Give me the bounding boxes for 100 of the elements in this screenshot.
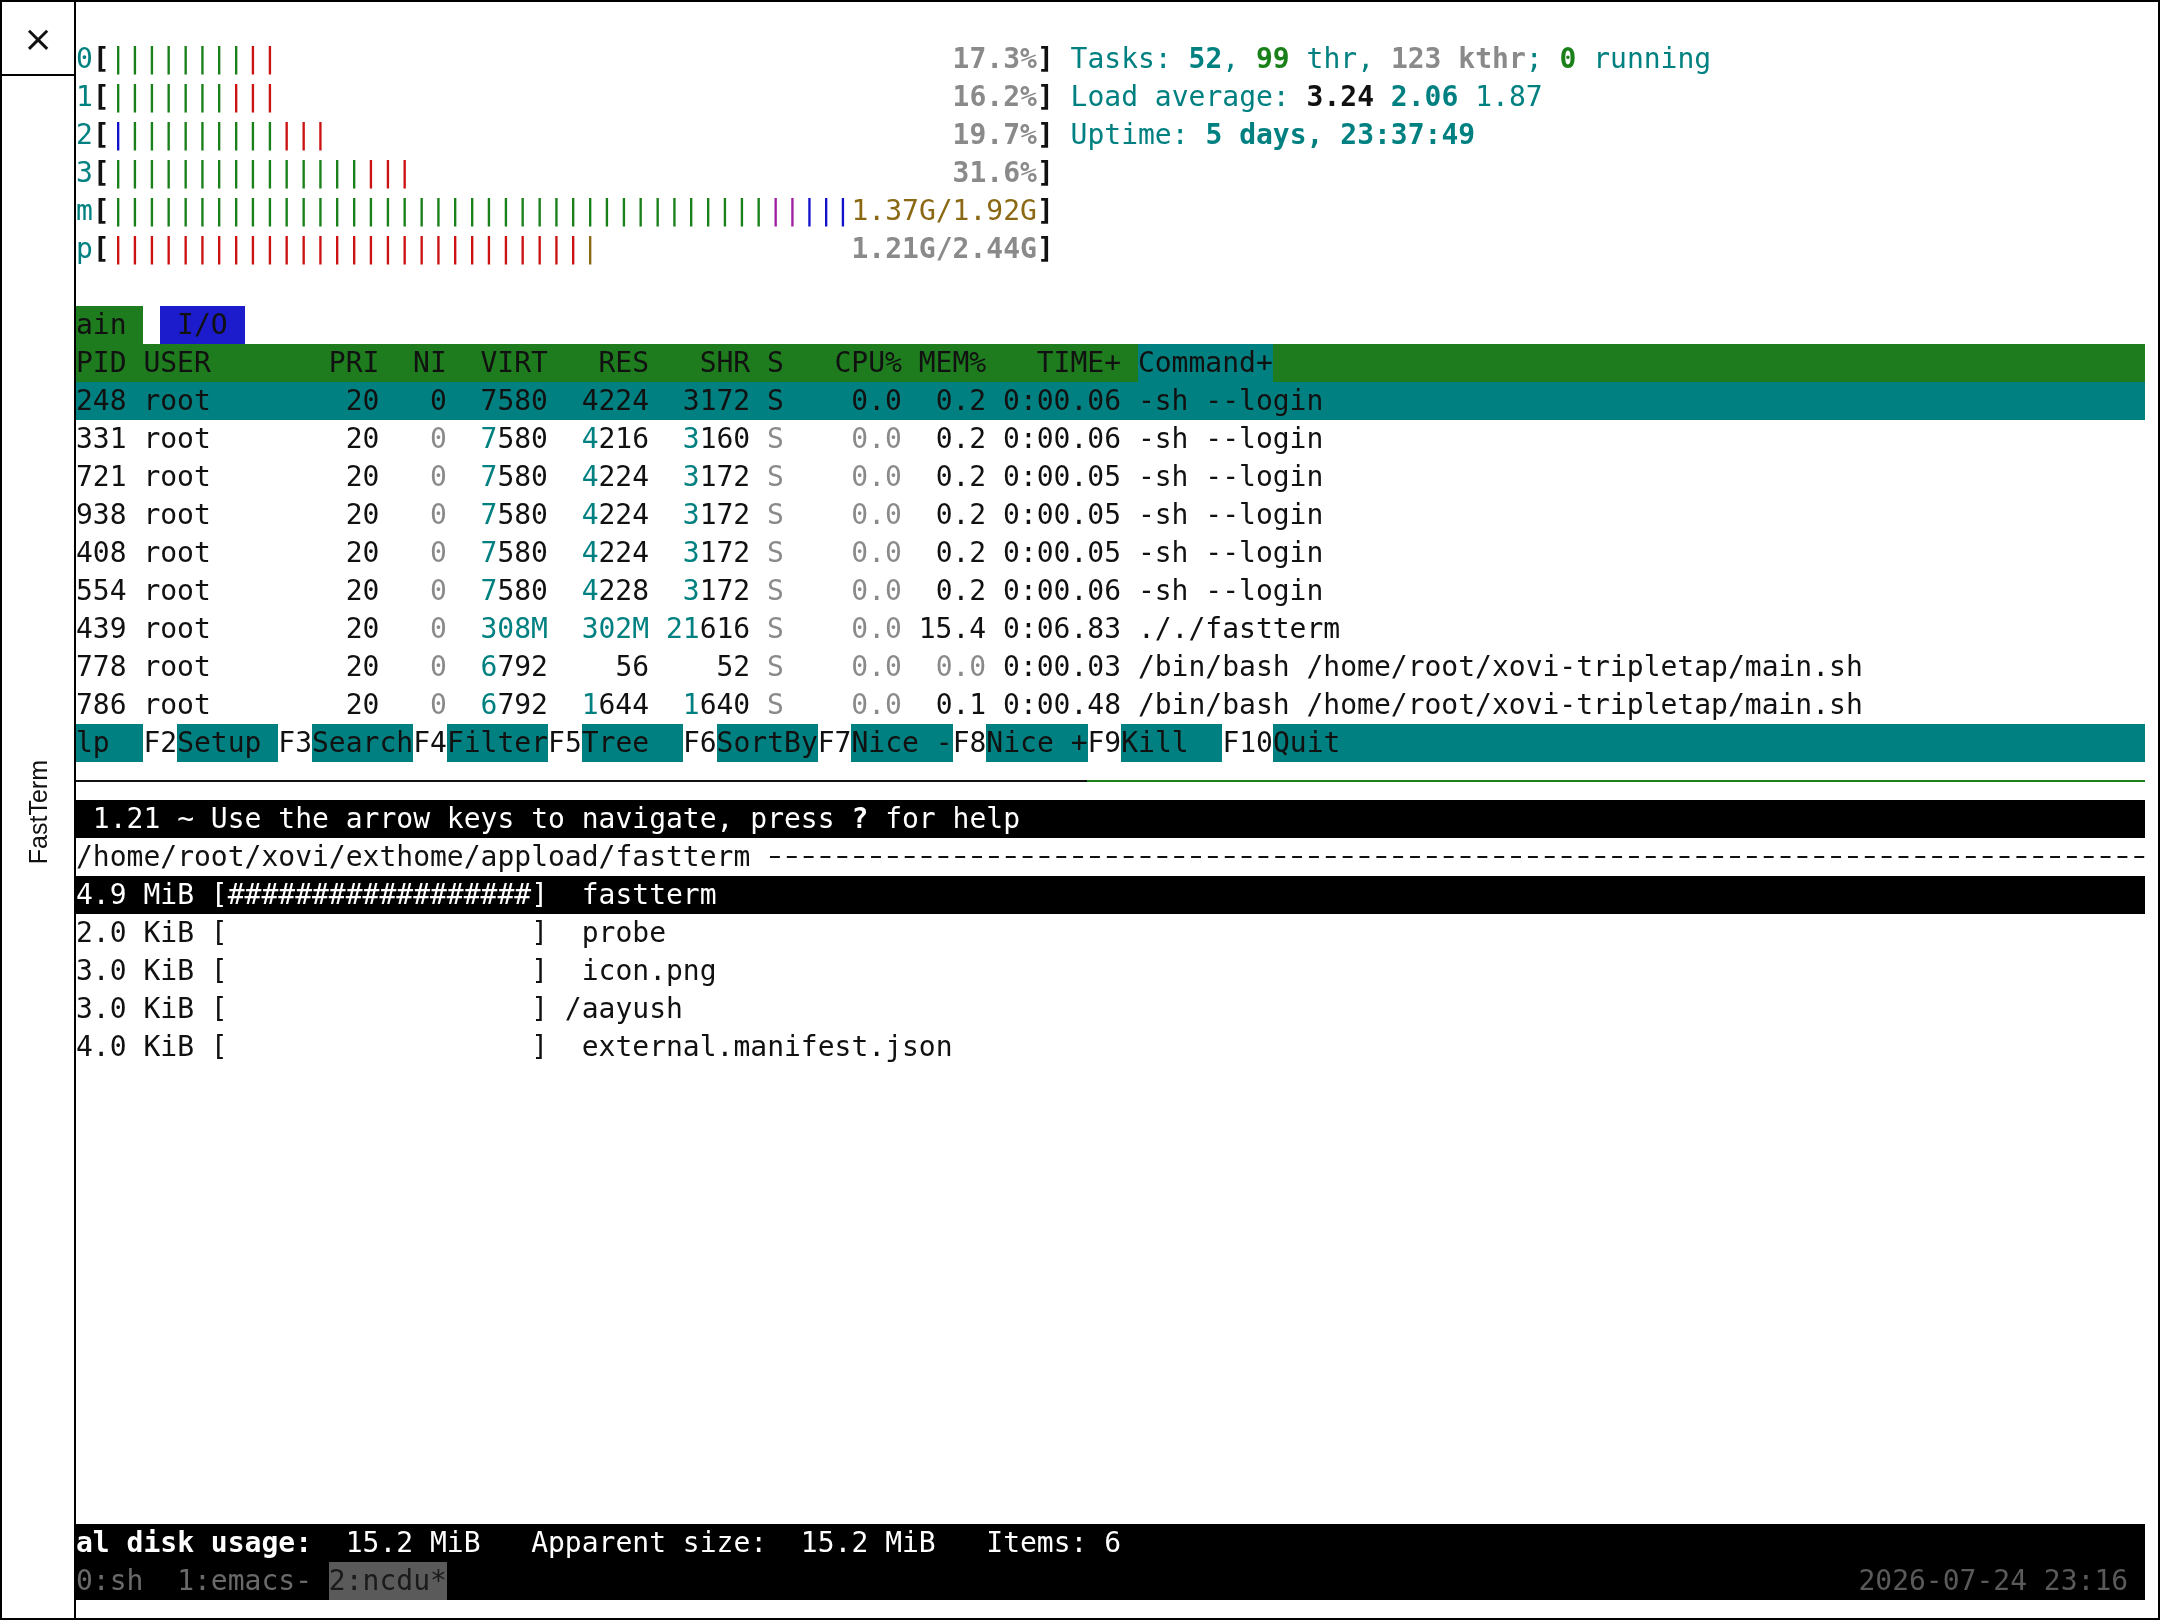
function-key-label: F3 [278, 725, 312, 761]
tmux-window-tab[interactable]: 0:sh [76, 1562, 144, 1600]
process-row[interactable]: 248 root 20 0 7580 4224 3172 S 0.0 0.2 0:00.06 -sh --login [76, 382, 2145, 420]
file-row[interactable]: 3.0 KiB [ ] icon.png [76, 952, 2145, 990]
table-cell-text: 0.2 [934, 421, 987, 457]
process-row[interactable]: 331 root 20 0 7580 4216 3160 S 0.0 0.2 0:00.06 -sh --login [76, 420, 2145, 458]
function-key-button[interactable]: Search [312, 724, 414, 762]
table-cell-text: -sh --login [1137, 497, 1324, 533]
table-cell-text: 0.0 [850, 611, 902, 647]
meter-label: m [76, 193, 93, 229]
table-cell-text: 0 [428, 535, 447, 571]
apparent-size-label: Apparent size: [531, 1525, 768, 1561]
table-cell-text: 3172 [681, 383, 751, 419]
table-cell-text: 0 [428, 383, 447, 419]
function-key-label: F10 [1222, 725, 1273, 761]
meter-value: 19.7% [952, 117, 1037, 153]
function-key-button[interactable]: SortBy [716, 724, 818, 762]
table-cell-text: 4216 [580, 421, 650, 457]
table-cell-text: 21616 [664, 611, 751, 647]
table-cell-text: 4224 [580, 383, 650, 419]
table-cell-text: 0.2 [934, 535, 987, 571]
items-count: Items: 6 [986, 1525, 1122, 1561]
file-name: fastterm [581, 877, 717, 913]
file-name: icon.png [581, 953, 717, 989]
table-cell-text: 721 [76, 459, 127, 495]
meter-label: 1 [76, 79, 93, 115]
process-row[interactable]: 439 root 20 0 308M 302M 21616 S 0.0 15.4 0:06.83 ././fastterm [76, 610, 2145, 648]
function-key-button[interactable]: Nice + [986, 724, 1088, 762]
process-row[interactable]: 554 root 20 0 7580 4228 3172 S 0.0 0.2 0:00.06 -sh --login [76, 572, 2145, 610]
column-header[interactable]: RES [547, 344, 650, 382]
column-header[interactable]: S [767, 344, 784, 382]
table-cell-text: 1644 [580, 687, 650, 723]
table-cell-text: 7580 [479, 459, 548, 495]
meter-value: 1.37G/1.92G [851, 193, 1037, 229]
table-cell-text: 0:00.06 [1002, 421, 1122, 457]
table-cell-text: 0:00.05 [1002, 459, 1122, 495]
meter-bars: || [244, 40, 279, 78]
tmux-window-tab[interactable]: 1:emacs- [177, 1562, 312, 1600]
table-cell-text: 0 [428, 573, 447, 609]
table-cell-text: 0.0 [850, 421, 902, 457]
column-header[interactable]: PID [76, 344, 127, 382]
usage-graph: [ ] [210, 1029, 548, 1065]
column-header[interactable]: TIME+ [986, 344, 1122, 382]
file-row[interactable]: 4.0 KiB [ ] external.manifest.json [76, 1028, 2145, 1066]
file-size: 4.0 KiB [76, 1029, 194, 1065]
table-cell-text: 20 [344, 535, 380, 571]
column-header[interactable]: Command+ [1137, 344, 1273, 382]
table-cell-text: 3160 [681, 421, 751, 457]
table-cell-text: root [143, 649, 212, 685]
table-cell-text: root [143, 383, 212, 419]
function-key-button[interactable]: Quit [1272, 724, 2145, 762]
process-row[interactable]: 721 root 20 0 7580 4224 3172 S 0.0 0.2 0:00.05 -sh --login [76, 458, 2145, 496]
table-cell-text: 0:00.06 [1002, 383, 1122, 419]
process-row[interactable]: 408 root 20 0 7580 4224 3172 S 0.0 0.2 0:00.05 -sh --login [76, 534, 2145, 572]
meter-value: 17.3% [952, 41, 1037, 77]
function-key-button[interactable]: Filter [446, 724, 549, 762]
table-cell-text: 3172 [681, 497, 751, 533]
function-key-button[interactable]: Kill [1121, 724, 1223, 762]
column-header[interactable]: SHR [649, 344, 751, 382]
function-key-button[interactable]: Tree [581, 724, 683, 762]
file-row[interactable]: 4.9 MiB [##################] fastterm [76, 876, 2145, 914]
table-cell-text: -sh --login [1137, 383, 1324, 419]
file-row[interactable]: 2.0 KiB [ ] probe [76, 914, 2145, 952]
function-key-button[interactable]: lp [76, 724, 144, 762]
bracket: ] [1036, 117, 1054, 153]
function-key-button[interactable]: Nice - [851, 724, 953, 762]
column-header[interactable]: MEM% [901, 344, 987, 382]
table-cell-text: 786 [76, 687, 127, 723]
table-cell-text: S [767, 687, 784, 723]
meter-value: 31.6% [952, 155, 1037, 191]
table-cell-text: root [143, 687, 212, 723]
tmux-window-tab[interactable]: 2:ncdu* [328, 1562, 447, 1600]
table-cell-text: root [143, 535, 212, 571]
process-row[interactable]: 778 root 20 0 6792 56 52 S 0.0 0.0 0:00.03 /bin/bash /home/root/xovi-tripletap/main.sh [76, 648, 2145, 686]
table-cell-text: ././fastterm [1137, 611, 1341, 647]
table-cell-text: 0 [428, 611, 447, 647]
table-cell-text: 778 [76, 649, 127, 685]
file-name: external.manifest.json [581, 1029, 953, 1065]
table-cell-text: 20 [344, 687, 380, 723]
table-cell-text: 20 [344, 611, 380, 647]
function-key-button[interactable]: Setup [177, 724, 279, 762]
column-header[interactable]: PRI [295, 344, 380, 382]
column-header[interactable]: VIRT [446, 344, 548, 382]
column-header[interactable]: CPU% [783, 344, 902, 382]
file-size: 4.9 MiB [76, 877, 194, 913]
column-header[interactable]: NI [379, 344, 447, 382]
tab[interactable]: ain [76, 306, 144, 344]
bracket: ] [1036, 231, 1054, 267]
process-row[interactable]: 786 root 20 0 6792 1644 1640 S 0.0 0.1 0:00.48 /bin/bash /home/root/xovi-tripletap/main.sh [76, 686, 2145, 724]
table-cell-text: 0.0 [850, 535, 902, 571]
table-cell-text: 0.2 [934, 573, 987, 609]
file-row[interactable]: 3.0 KiB [ ] /aayush [76, 990, 2145, 1028]
table-cell-text: 248 [76, 383, 127, 419]
column-header[interactable]: USER [143, 344, 296, 382]
table-cell-text: 0.0 [850, 573, 902, 609]
meter-bars: ||||||||| [126, 116, 279, 154]
process-row[interactable]: 938 root 20 0 7580 4224 3172 S 0.0 0.2 0:00.05 -sh --login [76, 496, 2145, 534]
table-cell-text: -sh --login [1137, 421, 1324, 457]
table-cell-text: 6792 [479, 687, 548, 723]
table-cell-text: 0.0 [850, 649, 902, 685]
